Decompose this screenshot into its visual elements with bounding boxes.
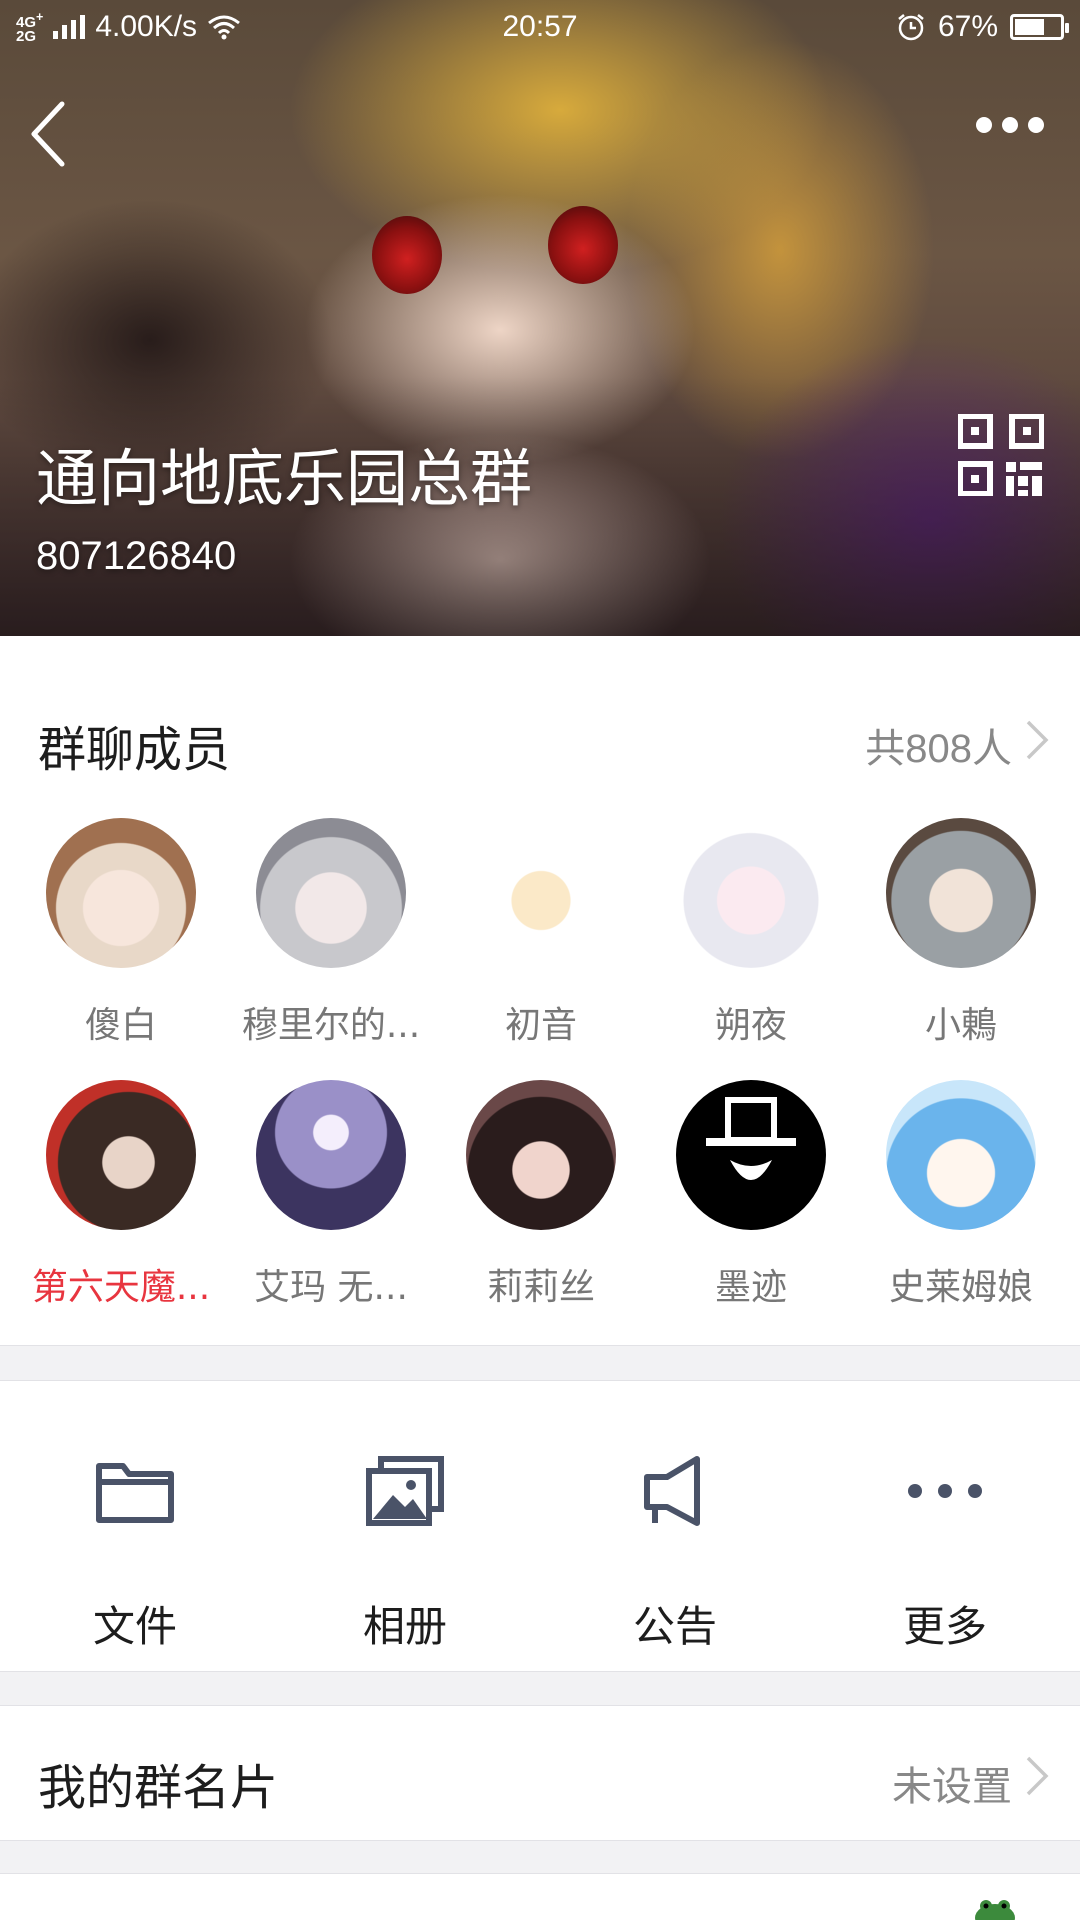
back-button[interactable]: [22, 94, 82, 174]
member-item[interactable]: 莉莉丝: [436, 1080, 646, 1310]
member-name: 小鶇: [924, 1005, 997, 1046]
more-button[interactable]: 更多: [810, 1451, 1080, 1654]
banner-art-eye-left: [372, 216, 442, 294]
group-card-value: 未设置: [892, 1764, 1012, 1810]
avatar: [886, 818, 1036, 968]
more-options-button[interactable]: [976, 110, 1052, 140]
chevron-right-icon: [1026, 1756, 1049, 1796]
chevron-right-icon[interactable]: [1024, 718, 1050, 762]
member-name: 艾玛 无...: [254, 1267, 408, 1308]
avatar: [256, 818, 406, 968]
megaphone-icon: [644, 1456, 700, 1526]
battery-percent: 67%: [937, 10, 998, 43]
qr-code-button[interactable]: [958, 414, 1044, 496]
dot-icon: [1028, 117, 1044, 133]
sticker-icon: [975, 1900, 1015, 1920]
member-name: 墨迹: [714, 1267, 787, 1308]
members-section: 群聊成员 共808人 傻白 穆里尔的... 初音 朔夜 小鶇 第六天魔... 艾…: [0, 636, 1080, 1346]
member-item[interactable]: 傻白: [16, 818, 226, 1048]
avatar: [466, 1080, 616, 1230]
avatar: [46, 1080, 196, 1230]
notice-label: 公告: [632, 1602, 717, 1651]
image-gallery-icon: [366, 1456, 444, 1526]
avatar: [676, 818, 826, 968]
album-button[interactable]: 相册: [270, 1451, 540, 1654]
member-item[interactable]: 穆里尔的...: [226, 818, 436, 1048]
avatar: [676, 1080, 826, 1230]
member-item[interactable]: 艾玛 无...: [226, 1080, 436, 1310]
files-label: 文件: [92, 1602, 177, 1651]
member-item[interactable]: 墨迹: [646, 1080, 856, 1310]
group-id: 807126840: [36, 534, 237, 578]
group-name: 通向地底乐园总群: [36, 442, 533, 515]
folder-icon: [96, 1463, 174, 1523]
member-item[interactable]: 小鶇: [856, 818, 1066, 1048]
dot-icon: [1002, 117, 1018, 133]
battery-fill: [1015, 19, 1044, 35]
avatar: [46, 818, 196, 968]
alarm-icon: [898, 14, 924, 41]
next-settings-row[interactable]: [0, 1873, 1080, 1920]
member-name: 莉莉丝: [486, 1267, 595, 1308]
avatar: [466, 818, 616, 968]
member-count-link[interactable]: 共808人: [865, 716, 1012, 774]
more-dots-icon: [908, 1484, 982, 1498]
member-item[interactable]: 第六天魔...: [16, 1080, 226, 1310]
member-item[interactable]: 初音: [436, 818, 646, 1048]
album-label: 相册: [362, 1602, 447, 1651]
avatar: [886, 1080, 1036, 1230]
members-title: 群聊成员: [38, 722, 231, 778]
member-item[interactable]: 朔夜: [646, 818, 856, 1048]
member-item[interactable]: 史莱姆娘: [856, 1080, 1066, 1310]
member-name: 第六天魔...: [31, 1267, 211, 1308]
banner-art-eye-right: [548, 206, 618, 284]
files-button[interactable]: 文件: [0, 1451, 270, 1654]
status-bar: 4G+ 2G 4.00K/s 20:57 67%: [0, 0, 1080, 60]
avatar: [256, 1080, 406, 1230]
group-card-label: 我的群名片: [38, 1760, 279, 1816]
group-banner: 4G+ 2G 4.00K/s 20:57 67% 通向地底乐园总群 807126…: [0, 0, 1080, 636]
member-name: 初音: [504, 1005, 577, 1046]
hat-mask-icon: [706, 1097, 796, 1180]
notice-button[interactable]: 公告: [540, 1451, 810, 1654]
battery-icon: [1010, 14, 1069, 40]
member-name: 朔夜: [714, 1005, 787, 1046]
quick-actions: 文件 相册 公告 更多: [0, 1380, 1080, 1672]
member-name: 穆里尔的...: [241, 1005, 421, 1046]
more-label: 更多: [902, 1602, 987, 1651]
member-name: 傻白: [84, 1005, 157, 1046]
my-group-card-row[interactable]: 我的群名片 未设置: [0, 1705, 1080, 1841]
member-name: 史莱姆娘: [888, 1267, 1033, 1308]
dot-icon: [976, 117, 992, 133]
